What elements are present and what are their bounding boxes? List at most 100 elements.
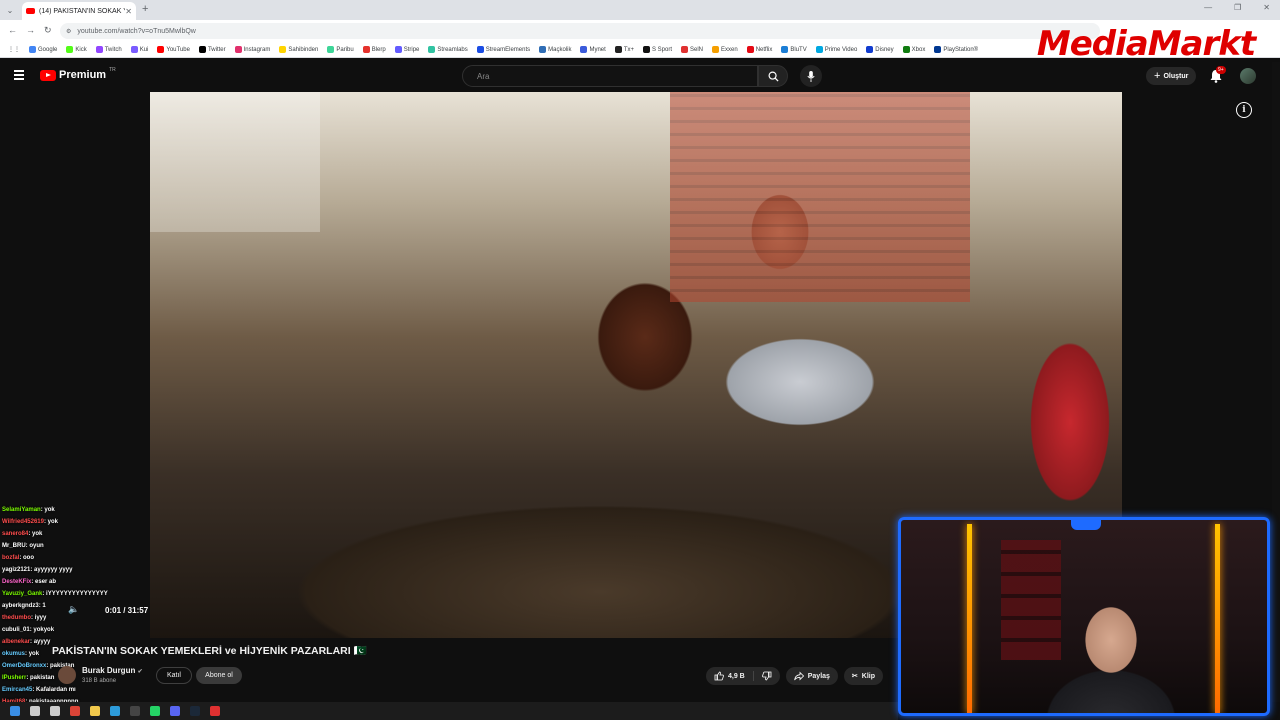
whatsapp-icon[interactable]	[150, 706, 160, 716]
bookmark-item[interactable]: Prime Video	[815, 46, 858, 53]
bookmark-favicon-icon	[428, 46, 436, 53]
explorer-icon[interactable]	[90, 706, 100, 716]
bookmark-item[interactable]: Netflix	[746, 46, 772, 53]
bookmark-favicon-icon	[29, 46, 36, 53]
tab-search-icon[interactable]: ⌄	[4, 4, 16, 16]
create-button[interactable]: + Oluştur	[1146, 67, 1197, 85]
subscribe-button[interactable]: Abone ol	[196, 667, 242, 684]
menu-icon[interactable]	[14, 70, 24, 80]
bookmark-label: StreamElements	[485, 46, 531, 53]
back-icon[interactable]: ←	[8, 25, 17, 35]
record-icon[interactable]	[210, 706, 220, 716]
bookmark-label: Google	[38, 46, 58, 53]
bookmark-item[interactable]: BluTV	[781, 46, 807, 53]
browser-tab-active[interactable]: (14) PAKİSTAN'IN SOKAK YEME... ✕	[22, 2, 136, 20]
bookmark-item[interactable]: Tx+	[614, 46, 634, 53]
chat-username: ayberkgndz3	[2, 603, 39, 609]
forward-icon[interactable]: →	[26, 25, 35, 35]
taskview-icon[interactable]	[50, 706, 60, 716]
info-icon[interactable]: i	[1236, 102, 1252, 118]
bookmark-item[interactable]: Streamlabs	[428, 46, 468, 53]
bookmark-item[interactable]: Xbox	[902, 46, 926, 53]
bookmark-item[interactable]: Google	[29, 46, 57, 53]
volume-icon[interactable]: 🔈	[68, 604, 79, 615]
bookmark-favicon-icon	[198, 46, 206, 53]
chat-username: Mr_BRU	[2, 543, 26, 549]
youtube-logo[interactable]: Premium TR	[40, 67, 116, 81]
bookmark-item[interactable]: PlayStation®	[934, 46, 978, 53]
join-button[interactable]: Katıl	[156, 667, 192, 684]
chat-text: yok	[44, 507, 55, 513]
verified-icon: ✔	[137, 669, 143, 675]
share-icon	[793, 671, 804, 681]
video-actions: 4,9 B Paylaş ✂ Klip	[706, 667, 884, 685]
page-scrollbar[interactable]	[1272, 62, 1280, 702]
tab-close-icon[interactable]: ✕	[125, 7, 132, 16]
bookmark-item[interactable]: Disney	[866, 46, 894, 53]
chat-message: cubuli_01: yokyok	[2, 624, 152, 636]
start-icon[interactable]	[10, 706, 20, 716]
share-button[interactable]: Paylaş	[785, 667, 838, 685]
bookmark-label: Prime Video	[824, 46, 858, 53]
chat-message: DesteKFix: eser ab	[2, 576, 152, 588]
url-field[interactable]: ⚙ youtube.com/watch?v=oTnu5MwlbQw	[60, 23, 1100, 39]
reload-icon[interactable]: ↻	[44, 25, 52, 36]
channel-name[interactable]: Burak Durgun ✔	[82, 666, 143, 675]
bookmark-item[interactable]: Blerp	[362, 46, 386, 53]
bookmark-item[interactable]: Instagram	[234, 46, 270, 53]
bookmark-item[interactable]: Mynet	[580, 46, 606, 53]
bookmark-label: YouTube	[166, 46, 190, 53]
discord-icon[interactable]	[170, 706, 180, 716]
plus-icon: +	[1154, 70, 1161, 82]
bookmark-item[interactable]: Exxen	[712, 46, 738, 53]
bookmark-item[interactable]: Paribu	[327, 46, 354, 53]
bookmark-item[interactable]: S Sport	[642, 46, 672, 53]
bookmark-favicon-icon	[902, 46, 910, 53]
new-tab-button[interactable]: +	[142, 3, 148, 15]
bookmark-favicon-icon	[580, 46, 588, 53]
obs-icon[interactable]	[130, 706, 140, 716]
webcam-frame-badge	[1071, 520, 1101, 530]
chat-text: iYYYYYYYYYYYYYYY	[46, 591, 108, 597]
dislike-button[interactable]	[754, 671, 780, 681]
channel-name-text: Burak Durgun	[82, 666, 136, 675]
site-info-icon[interactable]: ⚙	[66, 28, 71, 35]
minimize-icon[interactable]: —	[1204, 3, 1212, 12]
maximize-icon[interactable]: ❐	[1234, 3, 1241, 12]
bookmark-item[interactable]: Maçkolik	[539, 46, 571, 53]
like-button[interactable]: 4,9 B	[706, 671, 754, 681]
channel-avatar[interactable]	[58, 666, 76, 684]
clip-button[interactable]: ✂ Klip	[843, 667, 884, 685]
bookmark-item[interactable]: Twitch	[95, 46, 122, 53]
time-display: 0:01 / 31:57	[105, 606, 149, 615]
led-light-left	[967, 524, 972, 713]
bookmark-item[interactable]: SelN	[681, 46, 703, 53]
voice-search-button[interactable]	[800, 65, 822, 87]
apps-icon[interactable]: ⋮⋮	[8, 46, 20, 53]
chat-username: DesteKFix	[2, 579, 32, 585]
bookmark-item[interactable]: Kui	[130, 46, 148, 53]
steam-icon[interactable]	[190, 706, 200, 716]
edge-icon[interactable]	[110, 706, 120, 716]
close-window-icon[interactable]: ✕	[1263, 3, 1270, 12]
bookmark-item[interactable]: YouTube	[157, 46, 190, 53]
bookmark-favicon-icon	[362, 46, 370, 53]
chrome-icon[interactable]	[70, 706, 80, 716]
bookmark-item[interactable]: Twitter	[198, 46, 226, 53]
bookmark-label: Xbox	[911, 46, 926, 53]
search-icon[interactable]	[30, 706, 40, 716]
account-avatar[interactable]	[1240, 68, 1256, 84]
bookmark-favicon-icon	[66, 46, 74, 53]
bookmark-item[interactable]: StreamElements	[476, 46, 531, 53]
bookmark-item[interactable]: Sahibinden	[279, 46, 318, 53]
chat-text: oyun	[29, 543, 44, 549]
chat-username: IPusherr	[2, 675, 27, 681]
bookmark-item[interactable]: Kick	[66, 46, 87, 53]
chat-text: pakistan	[30, 675, 55, 681]
chat-message: Yavuziy_Gank: iYYYYYYYYYYYYYYY	[2, 588, 152, 600]
bookmark-item[interactable]: Stripe	[394, 46, 419, 53]
search-input[interactable]: Ara	[462, 65, 758, 87]
bookmark-label: Exxen	[721, 46, 738, 53]
chat-message: bozfal: ooo	[2, 552, 152, 564]
search-button[interactable]	[758, 65, 788, 87]
